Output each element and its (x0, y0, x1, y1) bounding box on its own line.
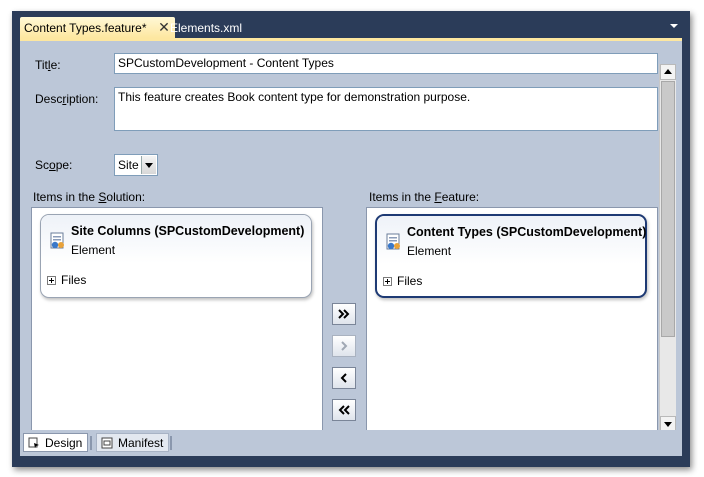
files-label: Files (397, 274, 423, 288)
tab-design[interactable]: Design (23, 433, 89, 452)
scope-label: Scope: (35, 158, 73, 172)
move-right-button[interactable] (332, 335, 356, 357)
feature-element-icon (386, 233, 400, 250)
chevron-down-icon[interactable] (668, 20, 680, 30)
move-all-right-button[interactable] (332, 303, 356, 325)
expand-plus-icon[interactable] (47, 276, 56, 285)
description-value: This feature creates Book content type f… (118, 90, 471, 104)
arrow-down-icon (664, 422, 672, 427)
tab-separator (90, 436, 92, 450)
feature-element-icon (50, 232, 64, 249)
scope-select[interactable]: Site (114, 154, 158, 176)
tab-label: Content Types.feature* (24, 20, 147, 35)
item-title: Site Columns (SPCustomDevelopment) (71, 224, 305, 238)
tab-content-types-feature[interactable]: Content Types.feature* ✕ (20, 17, 175, 38)
tab-label: Elements.xml (170, 20, 243, 35)
double-chevron-right-icon (338, 309, 350, 319)
arrow-up-icon (664, 69, 672, 74)
scope-value: Site (118, 158, 139, 172)
design-icon (28, 437, 39, 448)
feature-items-label: Items in the Feature: (369, 190, 480, 204)
expand-plus-icon[interactable] (383, 277, 392, 286)
manifest-icon (101, 437, 113, 448)
feature-items-list[interactable]: Content Types (SPCustomDevelopment) Elem… (366, 207, 658, 433)
list-item[interactable]: Site Columns (SPCustomDevelopment) Eleme… (40, 214, 312, 298)
item-subtitle: Element (71, 243, 116, 257)
solution-items-label: Items in the Solution: (33, 190, 146, 204)
chevron-down-icon[interactable] (141, 156, 156, 174)
title-label: Title: (35, 58, 61, 72)
scroll-thumb[interactable] (661, 81, 675, 337)
tab-label: Manifest (118, 435, 164, 450)
description-input[interactable]: This feature creates Book content type f… (114, 87, 658, 131)
tab-elements-xml[interactable]: Elements.xml (168, 17, 242, 38)
tab-manifest[interactable]: Manifest (96, 433, 170, 452)
item-title: Content Types (SPCustomDevelopment) (407, 225, 647, 239)
editor-window: Content Types.feature* ✕ Elements.xml Ti… (12, 11, 690, 467)
scroll-up-button[interactable] (660, 64, 676, 80)
vertical-scrollbar[interactable] (659, 64, 676, 432)
tab-separator (170, 436, 172, 450)
tab-label: Design (45, 435, 83, 450)
document-tab-strip: Content Types.feature* ✕ Elements.xml (12, 11, 690, 38)
feature-designer: Title: SPCustomDevelopment - Content Typ… (20, 38, 682, 433)
files-label: Files (61, 273, 87, 287)
solution-items-list[interactable]: Site Columns (SPCustomDevelopment) Eleme… (31, 207, 323, 433)
list-item[interactable]: Content Types (SPCustomDevelopment) Elem… (375, 214, 647, 298)
chevron-right-icon (341, 341, 348, 351)
description-label: Description: (35, 92, 99, 106)
move-left-button[interactable] (332, 367, 356, 389)
move-all-left-button[interactable] (332, 399, 356, 421)
view-tab-bar: Design Manifest (20, 430, 682, 456)
title-input[interactable]: SPCustomDevelopment - Content Types (114, 53, 658, 74)
chevron-left-icon (340, 373, 347, 383)
double-chevron-left-icon (338, 405, 350, 415)
title-value: SPCustomDevelopment - Content Types (118, 56, 334, 70)
item-subtitle: Element (407, 244, 452, 258)
